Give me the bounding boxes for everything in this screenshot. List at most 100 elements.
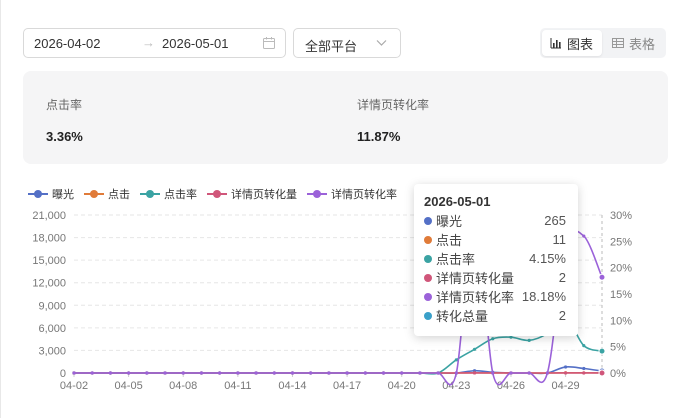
series-dot (424, 311, 432, 320)
metric-click-rate: 点击率 3.36% (46, 96, 83, 144)
data-point (363, 371, 367, 375)
tooltip-series-value: 2 (558, 308, 566, 323)
data-point (218, 371, 222, 375)
series-dot (424, 254, 432, 263)
metric-label: 点击率 (46, 98, 83, 112)
x-tick-label: 04-02 (60, 380, 88, 392)
x-tick-label: 04-29 (552, 380, 580, 392)
platform-select-value: 全部平台 (305, 39, 358, 54)
x-tick-label: 04-26 (497, 380, 525, 392)
view-toggle: 图表 表格 (540, 28, 666, 58)
metrics-summary-card: 点击率 3.36% 详情页转化率 11.87% (23, 71, 668, 164)
metric-detail-conversion-rate: 详情页转化率 11.87% (357, 96, 429, 144)
tooltip-series-name: 详情页转化率 (436, 290, 515, 305)
bar-chart-icon (550, 38, 561, 49)
legend-swatch (84, 190, 104, 198)
series-dot (424, 292, 432, 301)
date-range-arrow: → (142, 35, 155, 50)
data-point (527, 371, 531, 375)
data-point (418, 371, 422, 375)
y-right-tick-label: 30% (610, 210, 632, 222)
data-point (309, 371, 313, 375)
data-point (527, 338, 531, 342)
tooltip-series-name: 曝光 (436, 214, 463, 229)
y-left-tick-label: 6,000 (38, 323, 66, 335)
date-range-picker[interactable]: 2026-04-02 → 2026-05-01 (23, 28, 286, 58)
data-point (472, 371, 477, 375)
trend-line-chart: 0 3,000 6,000 9,000 12,000 15,000 18,000 21,000… (32, 210, 632, 392)
tooltip-row: 点击 11 (424, 230, 566, 249)
legend-swatch (307, 190, 327, 198)
y-left-tick-label: 18,000 (32, 233, 66, 245)
metric-value: 3.36% (46, 129, 83, 144)
data-point (381, 371, 386, 375)
y-right-tick-label: 20% (610, 263, 632, 275)
table-view-button[interactable]: 表格 (604, 30, 664, 56)
tooltip-series-name: 点击率 (436, 252, 476, 267)
data-point (582, 366, 586, 371)
data-point (345, 371, 349, 375)
data-point (454, 371, 458, 375)
data-point (90, 371, 94, 375)
date-start[interactable]: 2026-04-02 (34, 36, 101, 51)
y-right-tick-label: 0% (610, 368, 626, 380)
legend-swatch (140, 190, 160, 198)
tooltip-series-value: 265 (544, 213, 566, 228)
y-left-tick-label: 15,000 (32, 255, 66, 267)
data-point (145, 371, 149, 375)
x-tick-label: 04-14 (278, 380, 306, 392)
data-point (563, 365, 568, 369)
data-point (582, 344, 586, 348)
data-point (127, 371, 131, 375)
data-point (163, 371, 167, 375)
y-right-tick-label: 10% (610, 315, 632, 327)
tooltip-row: 详情页转化率 18.18% (424, 287, 566, 306)
x-tick-label: 04-20 (388, 380, 416, 392)
calendar-icon[interactable] (262, 36, 276, 50)
metric-label: 详情页转化率 (357, 98, 430, 112)
chart-view-button[interactable]: 图表 (542, 30, 602, 56)
platform-select[interactable]: 全部平台 (293, 28, 401, 58)
x-tick-label: 04-05 (115, 380, 143, 392)
series-dot (424, 273, 432, 282)
data-point (436, 371, 440, 375)
x-tick-label: 04-08 (169, 380, 197, 392)
chart-view-label: 图表 (567, 36, 594, 52)
data-point (509, 371, 513, 375)
data-point (472, 347, 477, 351)
data-point (491, 371, 495, 375)
tooltip-series-value: 18.18% (521, 289, 566, 304)
tooltip-row: 转化总量 2 (424, 306, 566, 325)
chevron-down-icon (376, 40, 387, 46)
data-point (400, 371, 404, 375)
hover-point (598, 273, 606, 281)
series-dot (424, 235, 432, 244)
y-left-tick-label: 9,000 (38, 300, 66, 312)
data-point (181, 371, 185, 375)
metric-value: 11.87% (357, 129, 401, 144)
y-right-tick-label: 15% (610, 289, 632, 301)
table-view-label: 表格 (629, 36, 656, 52)
data-point (254, 371, 258, 375)
x-tick-label: 04-17 (333, 380, 361, 392)
x-tick-label: 04-11 (224, 380, 251, 392)
hover-point (598, 347, 606, 355)
legend-swatch (28, 190, 48, 198)
data-point (582, 371, 586, 375)
y-right-tick-label: 25% (610, 236, 632, 248)
data-point (236, 371, 240, 375)
y-left-tick-label: 0 (60, 368, 66, 380)
data-point (491, 337, 495, 341)
tooltip-title: 2026-05-01 (424, 194, 491, 209)
tooltip-series-value: 2 (558, 270, 566, 285)
tooltip-series-value: 11 (552, 232, 567, 247)
hover-point (598, 369, 606, 377)
data-point (509, 335, 513, 339)
data-point (545, 371, 549, 375)
data-point (582, 234, 586, 238)
data-point (72, 371, 76, 375)
data-point (327, 371, 331, 375)
y-left-tick-label: 3,000 (38, 345, 66, 357)
chart-tooltip: 2026-05-01 曝光 265 点击 11 点击率 4.15% 详情页转化量 2 详情页转化… (414, 184, 578, 336)
date-end[interactable]: 2026-05-01 (162, 36, 229, 51)
